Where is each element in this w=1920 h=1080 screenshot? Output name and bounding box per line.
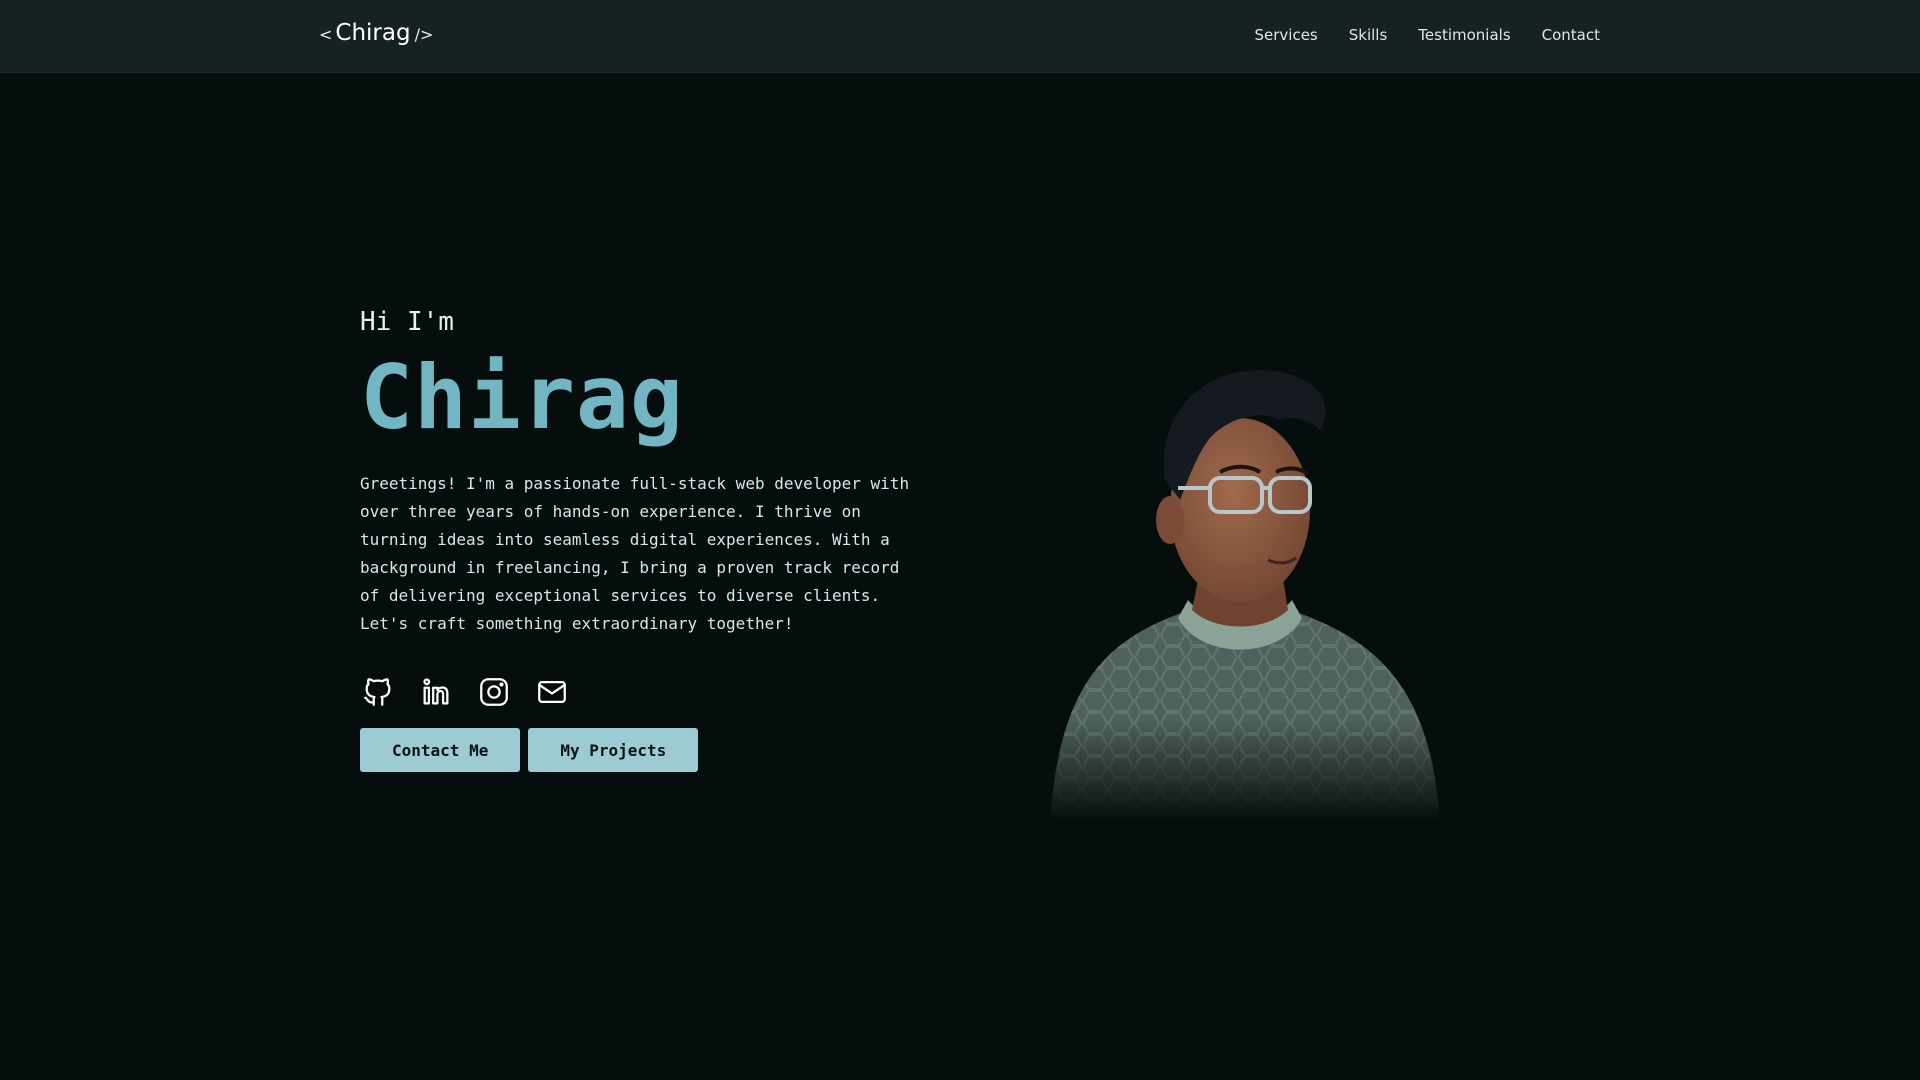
hero-buttons: Contact Me My Projects — [360, 728, 940, 772]
instagram-icon — [480, 678, 508, 706]
contact-me-button[interactable]: Contact Me — [360, 728, 521, 772]
nav-link-skills[interactable]: Skills — [1349, 26, 1388, 44]
navbar: < Chirag /> Services Skills Testimonials… — [0, 0, 1920, 73]
mail-link[interactable] — [534, 674, 570, 710]
brand-open-bracket: < — [319, 25, 333, 44]
mail-icon — [538, 680, 566, 704]
linkedin-icon — [423, 678, 449, 705]
brand-logo[interactable]: < Chirag /> — [319, 20, 433, 46]
nav-link-services[interactable]: Services — [1255, 26, 1318, 44]
github-link[interactable] — [360, 674, 396, 710]
hero-intro: Hi I'm Chirag Greetings! I'm a passionat… — [360, 300, 940, 772]
brand-name: Chirag — [335, 20, 411, 46]
my-projects-button[interactable]: My Projects — [528, 728, 699, 772]
social-links — [360, 674, 940, 710]
nav-link-testimonials[interactable]: Testimonials — [1418, 26, 1510, 44]
nav-menu: Services Skills Testimonials Contact — [1255, 26, 1601, 44]
brand-close-bracket: /> — [414, 25, 434, 44]
hero-greeting: Hi I'm — [360, 307, 454, 337]
hero-name: Chirag — [360, 346, 684, 449]
profile-photo — [1030, 360, 1450, 820]
instagram-link[interactable] — [476, 674, 512, 710]
hero-bio: Greetings! I'm a passionate full-stack w… — [360, 474, 910, 633]
nav-link-contact[interactable]: Contact — [1542, 26, 1600, 44]
github-icon — [364, 678, 391, 706]
linkedin-link[interactable] — [418, 674, 454, 710]
profile-photo-illustration — [1030, 370, 1450, 820]
